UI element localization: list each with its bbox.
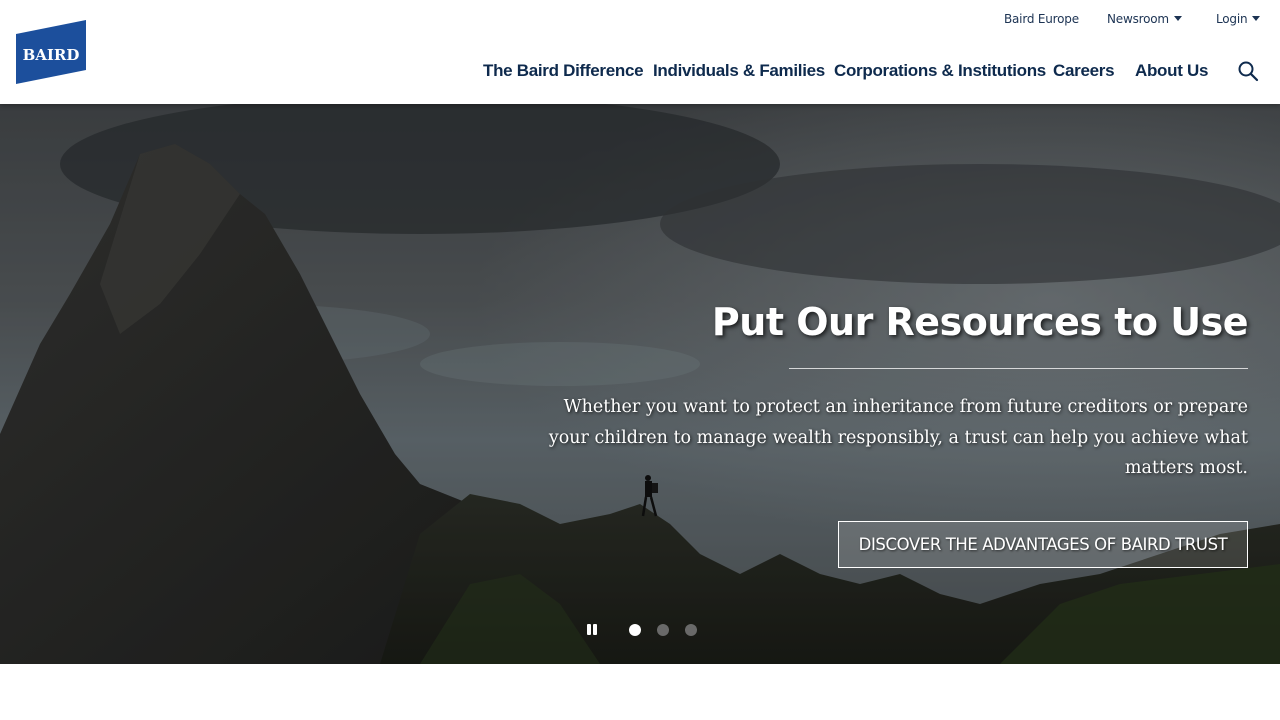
baird-logo[interactable]: BAIRD (16, 20, 86, 84)
utility-link-newsroom[interactable]: Newsroom (1107, 12, 1182, 26)
caret-down-icon (1252, 16, 1261, 21)
utility-link-label: Newsroom (1107, 12, 1169, 26)
carousel-controls (585, 622, 715, 640)
nav-item-individuals-families[interactable]: Individuals & Families (653, 61, 825, 81)
nav-item-baird-difference[interactable]: The Baird Difference (483, 61, 644, 81)
logo-wordmark: BAIRD (23, 46, 80, 64)
hero-title: Put Our Resources to Use (711, 300, 1249, 344)
pause-icon[interactable] (585, 623, 599, 637)
carousel-dot-2[interactable] (657, 624, 669, 636)
utility-link-label: Login (1216, 12, 1248, 26)
nav-item-about-us[interactable]: About Us (1135, 61, 1208, 81)
carousel-dot-3[interactable] (685, 624, 697, 636)
carousel-dot-1[interactable] (629, 624, 641, 636)
hero-divider (789, 368, 1248, 369)
discover-baird-trust-button[interactable]: DISCOVER THE ADVANTAGES OF BAIRD TRUST (838, 521, 1248, 568)
utility-link-label: Baird Europe (1004, 12, 1079, 26)
site-header: BAIRD Baird Europe Newsroom Login The Ba… (0, 0, 1280, 104)
utility-link-login[interactable]: Login (1216, 12, 1261, 26)
hero-carousel: Put Our Resources to Use Whether you wan… (0, 104, 1280, 664)
hero-overlay (0, 104, 1280, 664)
hero-description: Whether you want to protect an inheritan… (548, 397, 1248, 478)
nav-item-careers[interactable]: Careers (1053, 61, 1115, 81)
caret-down-icon (1173, 16, 1182, 21)
search-icon[interactable] (1237, 60, 1259, 82)
utility-link-baird-europe[interactable]: Baird Europe (1004, 12, 1079, 26)
nav-item-corporations-institutions[interactable]: Corporations & Institutions (834, 61, 1046, 81)
